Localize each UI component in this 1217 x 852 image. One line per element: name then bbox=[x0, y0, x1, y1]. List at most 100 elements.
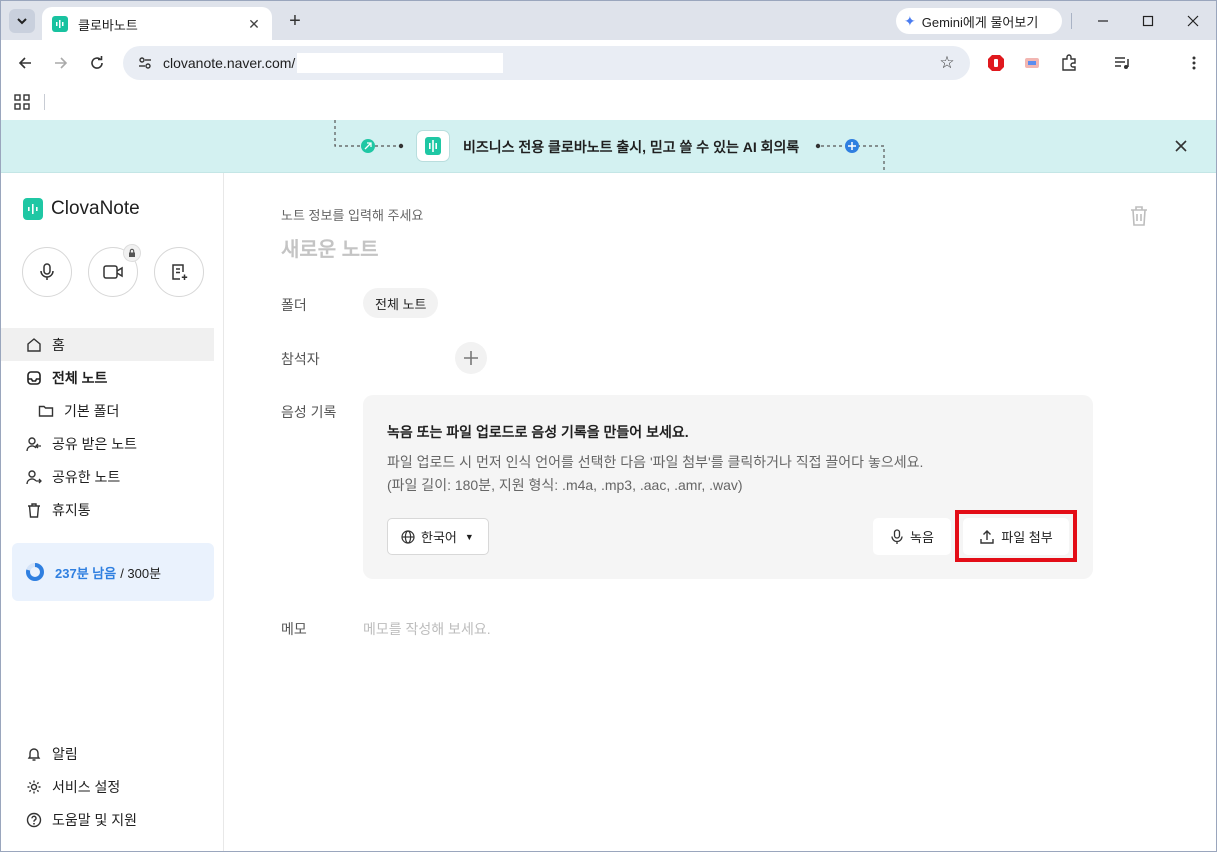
attach-file-button[interactable]: 파일 첨부 bbox=[963, 518, 1069, 555]
add-participant-button[interactable] bbox=[455, 342, 487, 374]
logo-text: ClovaNote bbox=[51, 198, 140, 219]
audio-desc-line: 파일 업로드 시 먼저 인식 언어를 선택한 다음 '파일 첨부'를 클릭하거나… bbox=[387, 454, 924, 470]
new-note-button[interactable] bbox=[154, 247, 204, 297]
sidebar-item-default-folder[interactable]: 기본 폴더 bbox=[1, 394, 214, 427]
banner-right-decoration-icon bbox=[815, 139, 885, 173]
chevron-down-icon bbox=[17, 18, 27, 25]
back-button[interactable] bbox=[10, 48, 40, 78]
maximize-button[interactable] bbox=[1126, 5, 1170, 37]
reload-button[interactable] bbox=[82, 48, 112, 78]
audio-record-label: 음성 기록 bbox=[281, 404, 337, 420]
clovanote-logo[interactable]: ClovaNote bbox=[23, 198, 140, 220]
delete-note-trash-icon[interactable] bbox=[1129, 205, 1151, 227]
folder-label: 폴더 bbox=[281, 297, 307, 313]
banner-app-icon bbox=[416, 130, 450, 162]
sidebar-item-all-notes[interactable]: 전체 노트 bbox=[1, 361, 214, 394]
language-select[interactable]: 한국어 ▼ bbox=[387, 518, 489, 555]
record-button[interactable]: 녹음 bbox=[873, 518, 951, 555]
tab-search-button[interactable] bbox=[9, 9, 35, 33]
sidebar-item-help[interactable]: 도움말 및 지원 bbox=[1, 803, 214, 836]
sidebar-item-shared-by-me[interactable]: 공유한 노트 bbox=[1, 460, 214, 493]
bookmark-star-icon[interactable]: ☆ bbox=[936, 52, 958, 74]
address-bar[interactable]: clovanote.naver.com/ ☆ bbox=[123, 46, 970, 80]
microphone-icon bbox=[890, 528, 904, 545]
sidebar-item-trash[interactable]: 휴지통 bbox=[1, 493, 214, 526]
sidebar: ClovaNote 홈 전체 노트 기본 폴더 공유 받은 노트 공유한 노트 … bbox=[1, 173, 224, 851]
gear-icon bbox=[25, 778, 43, 796]
user-received-icon bbox=[25, 435, 43, 453]
promo-banner[interactable]: 비즈니스 전용 클로바노트 출시, 믿고 쓸 수 있는 AI 회의록 bbox=[1, 120, 1216, 173]
minimize-button[interactable] bbox=[1081, 5, 1125, 37]
sidebar-item-label: 도움말 및 지원 bbox=[52, 811, 138, 828]
upload-icon bbox=[979, 529, 995, 545]
user-shared-icon bbox=[25, 468, 43, 486]
extensions-puzzle-icon[interactable] bbox=[1058, 52, 1080, 74]
clovanote-page: 비즈니스 전용 클로바노트 출시, 믿고 쓸 수 있는 AI 회의록 Clova… bbox=[0, 120, 1217, 852]
note-title-input[interactable]: 새로운 노트 bbox=[281, 233, 379, 262]
sidebar-item-home[interactable]: 홈 bbox=[1, 328, 214, 361]
trash-icon bbox=[25, 501, 43, 519]
browser-tab[interactable]: 클로바노트 ✕ bbox=[42, 7, 272, 41]
bookmarks-divider bbox=[44, 94, 45, 110]
apps-grid-icon[interactable] bbox=[13, 93, 31, 111]
browser-titlebar: 클로바노트 ✕ + ✦ Gemini에게 물어보기 bbox=[0, 0, 1217, 41]
record-button-label: 녹음 bbox=[910, 530, 934, 545]
banner-close-icon[interactable] bbox=[1171, 136, 1191, 156]
caret-down-icon: ▼ bbox=[464, 531, 474, 542]
media-queue-icon[interactable] bbox=[1111, 52, 1133, 74]
gemini-sparkle-icon: ✦ bbox=[904, 12, 916, 29]
memo-label: 메모 bbox=[281, 621, 307, 637]
sidebar-item-label: 휴지통 bbox=[52, 501, 91, 518]
memo-input[interactable]: 메모를 작성해 보세요. bbox=[363, 619, 491, 639]
language-value: 한국어 bbox=[421, 530, 457, 545]
quota-total: / 300분 bbox=[120, 565, 162, 581]
clovanote-favicon-icon bbox=[52, 16, 68, 32]
video-record-button[interactable] bbox=[88, 244, 141, 297]
clovanote-logo-icon bbox=[23, 198, 43, 220]
audio-upload-panel[interactable]: 녹음 또는 파일 업로드로 음성 기록을 만들어 보세요. 파일 업로드 시 먼… bbox=[363, 395, 1093, 579]
maximize-icon bbox=[1142, 15, 1154, 27]
arrow-left-icon bbox=[18, 57, 31, 69]
inbox-icon bbox=[25, 369, 43, 387]
record-voice-button[interactable] bbox=[22, 247, 72, 297]
minimize-icon bbox=[1098, 20, 1108, 22]
extension-icon[interactable] bbox=[1021, 52, 1043, 74]
folder-chip[interactable]: 전체 노트 bbox=[363, 288, 439, 318]
gemini-label: Gemini에게 물어보기 bbox=[921, 14, 1039, 30]
url-text: clovanote.naver.com/ bbox=[163, 55, 296, 71]
note-info-hint: 노트 정보를 입력해 주세요 bbox=[281, 208, 424, 223]
video-camera-icon bbox=[103, 265, 123, 279]
folder-icon bbox=[37, 402, 55, 420]
sidebar-item-alerts[interactable]: 알림 bbox=[1, 737, 214, 770]
tab-close-icon[interactable]: ✕ bbox=[246, 16, 262, 32]
sidebar-item-label: 알림 bbox=[52, 745, 78, 762]
quota-progress-ring bbox=[26, 563, 44, 581]
more-menu-icon[interactable] bbox=[1183, 52, 1205, 74]
sidebar-item-settings[interactable]: 서비스 설정 bbox=[1, 770, 214, 803]
lock-icon bbox=[123, 244, 141, 262]
sidebar-item-label: 공유한 노트 bbox=[52, 468, 121, 485]
gemini-button[interactable]: ✦ Gemini에게 물어보기 bbox=[896, 8, 1062, 34]
audio-panel-description: 파일 업로드 시 먼저 인식 언어를 선택한 다음 '파일 첨부'를 클릭하거나… bbox=[387, 451, 923, 497]
home-icon bbox=[25, 336, 43, 354]
sidebar-item-label: 서비스 설정 bbox=[52, 778, 121, 795]
sidebar-item-label: 기본 폴더 bbox=[64, 402, 120, 419]
bell-icon bbox=[25, 745, 43, 763]
window-divider bbox=[1071, 13, 1072, 29]
audio-desc-line: (파일 길이: 180분, 지원 형식: .m4a, .mp3, .aac, .… bbox=[387, 477, 743, 493]
close-window-button[interactable] bbox=[1171, 5, 1215, 37]
new-tab-button[interactable]: + bbox=[283, 9, 307, 33]
banner-text: 비즈니스 전용 클로바노트 출시, 믿고 쓸 수 있는 AI 회의록 bbox=[463, 139, 800, 155]
globe-icon bbox=[401, 529, 415, 544]
sidebar-item-label: 전체 노트 bbox=[52, 369, 108, 386]
sidebar-bottom-nav: 알림 서비스 설정 도움말 및 지원 bbox=[1, 737, 214, 836]
forward-button[interactable] bbox=[46, 48, 76, 78]
note-editor: 노트 정보를 입력해 주세요 새로운 노트 폴더 전체 노트 참석자 음성 기록… bbox=[225, 173, 1216, 851]
sidebar-item-shared-with-me[interactable]: 공유 받은 노트 bbox=[1, 427, 214, 460]
tab-title: 클로바노트 bbox=[78, 17, 138, 33]
sidebar-nav: 홈 전체 노트 기본 폴더 공유 받은 노트 공유한 노트 휴지통 bbox=[1, 328, 214, 526]
site-info-icon[interactable] bbox=[135, 53, 155, 73]
reload-icon bbox=[91, 56, 103, 69]
adblock-extension-icon[interactable] bbox=[985, 52, 1007, 74]
recording-quota[interactable]: 237분 남음 / 300분 bbox=[12, 543, 214, 601]
